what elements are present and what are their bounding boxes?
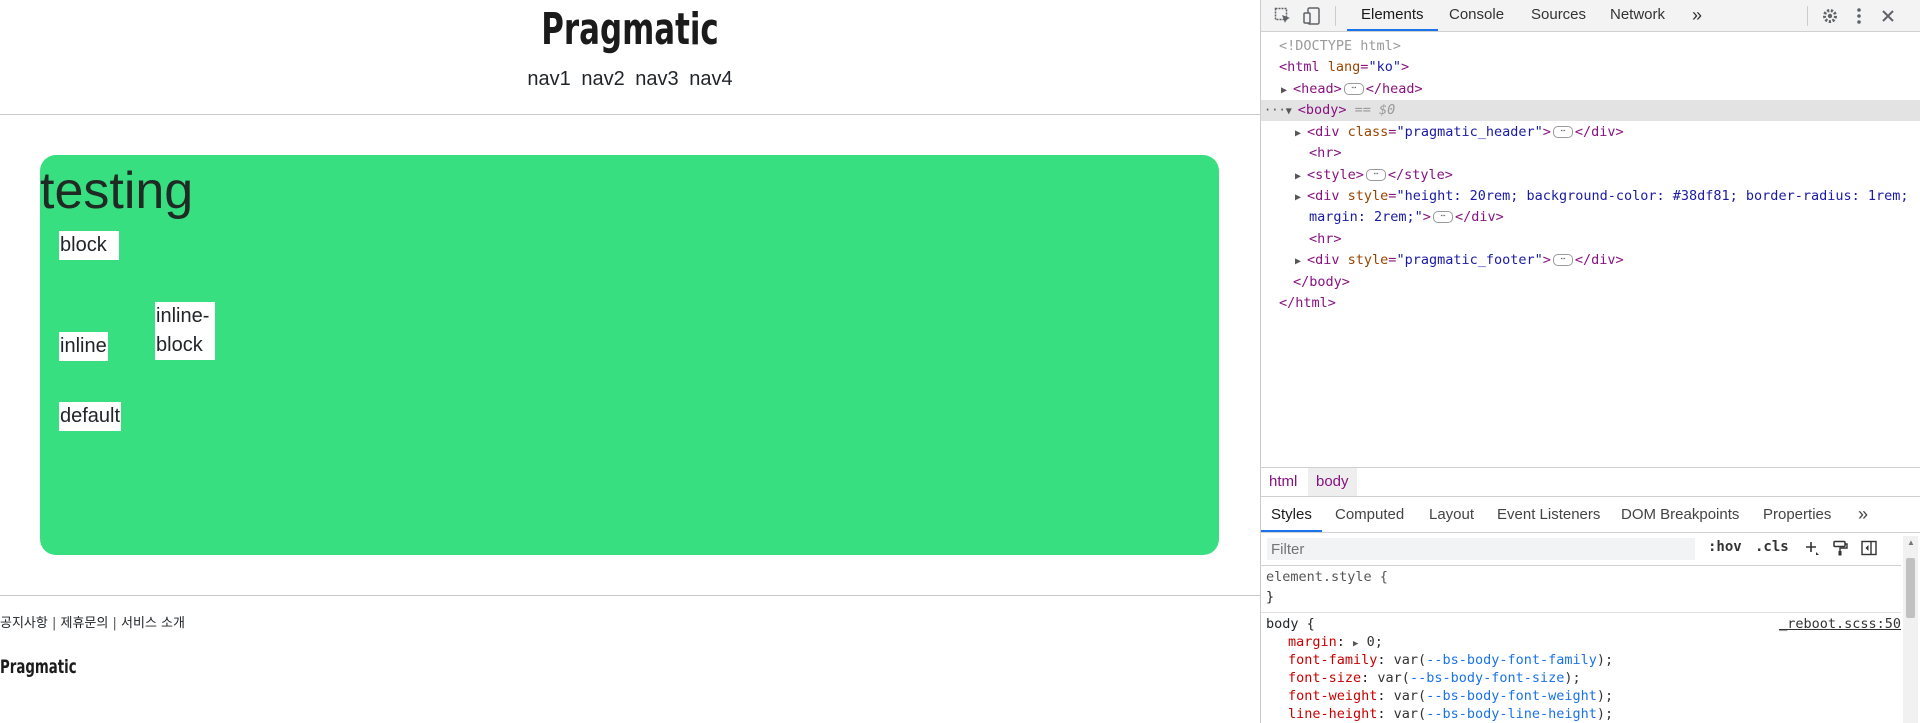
footer-link-about[interactable]: 서비스 소개 bbox=[121, 616, 185, 631]
inline-block-box: inline- block bbox=[155, 302, 215, 360]
nav-link-1[interactable]: nav1 bbox=[527, 68, 570, 90]
scroll-up-icon[interactable]: ▲ bbox=[1907, 538, 1915, 547]
nav-link-4[interactable]: nav4 bbox=[689, 68, 732, 90]
cls-toggle[interactable]: .cls bbox=[1755, 539, 1789, 555]
style-property-font-size[interactable]: font-size: var(--bs-body-font-size); bbox=[1288, 669, 1581, 687]
main-nav: nav1 nav2 nav3 nav4 bbox=[0, 68, 1260, 91]
block-box: block bbox=[59, 231, 119, 260]
toolbar-divider bbox=[1807, 6, 1808, 26]
inline-block-line-1: inline- bbox=[156, 305, 210, 327]
device-toolbar-icon[interactable] bbox=[1301, 5, 1323, 27]
nav-link-3[interactable]: nav3 bbox=[635, 68, 678, 90]
collapse-icon: ▼ bbox=[1285, 106, 1292, 117]
more-subtabs-icon[interactable]: » bbox=[1858, 497, 1868, 532]
collapsed-ellipsis: ⋯ bbox=[1552, 254, 1573, 266]
footer-link-notice[interactable]: 공지사항 bbox=[0, 616, 48, 631]
expand-icon: ▶ bbox=[1295, 128, 1302, 139]
collapsed-ellipsis: ⋯ bbox=[1343, 83, 1364, 95]
close-icon[interactable] bbox=[1877, 5, 1899, 27]
dom-node-html[interactable]: <html lang="ko"> bbox=[1279, 57, 1409, 78]
element-style-rule[interactable]: element.style { bbox=[1266, 568, 1388, 586]
dom-node-style[interactable]: ▶ <style> ⋯ </style> bbox=[1295, 165, 1453, 186]
footer-link-partnership[interactable]: 제휴문의 bbox=[61, 616, 109, 631]
dom-node-body[interactable]: ···▼ <body> == $0 bbox=[1261, 100, 1920, 121]
breadcrumb: html body bbox=[1261, 467, 1920, 497]
styles-subtabs: Styles Computed Layout Event Listeners D… bbox=[1261, 497, 1920, 533]
dom-node-header-div[interactable]: ▶ <div class="pragmatic_header"> ⋯ </div> bbox=[1295, 122, 1624, 143]
nav-link-2[interactable]: nav2 bbox=[581, 68, 624, 90]
rule-divider bbox=[1261, 612, 1901, 613]
add-rule-icon[interactable] bbox=[1801, 537, 1823, 559]
expand-icon: ▶ bbox=[1295, 171, 1302, 182]
expand-icon: ▶ bbox=[1353, 639, 1359, 649]
styles-pane: element.style { } body { _reboot.scss:50… bbox=[1261, 566, 1901, 723]
inspect-element-icon[interactable] bbox=[1272, 5, 1294, 27]
tab-console[interactable]: Console bbox=[1449, 0, 1504, 31]
style-property-margin[interactable]: margin: ▶ 0; bbox=[1288, 633, 1383, 651]
footer-divider bbox=[0, 595, 1260, 596]
dom-node-doctype[interactable]: <!DOCTYPE html> bbox=[1279, 36, 1401, 57]
site-logo[interactable]: Pragmatic bbox=[139, 4, 1122, 55]
dom-node-html-close[interactable]: </html> bbox=[1279, 293, 1336, 314]
collapsed-ellipsis: ⋯ bbox=[1432, 211, 1453, 223]
page-viewport: Pragmatic nav1 nav2 nav3 nav4 testing bl… bbox=[0, 0, 1260, 723]
devtools-panel: Elements Console Sources Network » <!DOC… bbox=[1260, 0, 1920, 723]
expand-icon: ▶ bbox=[1295, 256, 1302, 267]
scroll-thumb[interactable] bbox=[1906, 558, 1915, 618]
hov-toggle[interactable]: :hov bbox=[1708, 539, 1742, 555]
toolbar-divider bbox=[1335, 6, 1336, 26]
dom-node-head[interactable]: ▶ <head> ⋯ </head> bbox=[1281, 79, 1423, 100]
dom-tree: <!DOCTYPE html> <html lang="ko"> ▶ <head>… bbox=[1261, 32, 1920, 467]
dom-node-card-div[interactable]: ▶ <div style="height: 20rem; background-c… bbox=[1295, 186, 1908, 207]
styles-scrollbar[interactable]: ▲ bbox=[1903, 536, 1918, 723]
subtab-layout[interactable]: Layout bbox=[1429, 497, 1474, 532]
footer-separator: | bbox=[51, 616, 57, 631]
collapsed-ellipsis: ⋯ bbox=[1365, 169, 1386, 181]
paint-brush-icon[interactable] bbox=[1829, 537, 1851, 559]
expand-icon: ▶ bbox=[1295, 192, 1302, 203]
subtab-dom-breakpoints[interactable]: DOM Breakpoints bbox=[1621, 497, 1739, 532]
subtab-styles[interactable]: Styles bbox=[1261, 497, 1322, 532]
dom-node-hr-2[interactable]: <hr> bbox=[1309, 229, 1342, 250]
page-header: Pragmatic nav1 nav2 nav3 nav4 bbox=[0, 0, 1260, 114]
tab-elements[interactable]: Elements bbox=[1347, 0, 1438, 31]
styles-filter-input[interactable] bbox=[1267, 538, 1695, 560]
more-options-icon[interactable] bbox=[1848, 5, 1870, 27]
footer-separator: | bbox=[112, 616, 117, 631]
breadcrumb-body[interactable]: body bbox=[1308, 468, 1357, 496]
dom-node-card-div-cont[interactable]: margin: 2rem;"> ⋯ </div> bbox=[1309, 207, 1504, 228]
more-tabs-icon[interactable]: » bbox=[1692, 0, 1702, 31]
breadcrumb-html[interactable]: html bbox=[1261, 468, 1305, 496]
toggle-sidebar-icon[interactable] bbox=[1858, 537, 1880, 559]
style-source-link[interactable]: _reboot.scss:50 bbox=[1779, 615, 1901, 633]
inline-box: inline bbox=[59, 332, 108, 361]
dom-node-body-close[interactable]: </body> bbox=[1293, 272, 1350, 293]
style-property-font-family[interactable]: font-family: var(--bs-body-font-family); bbox=[1288, 651, 1613, 669]
expand-icon: ▶ bbox=[1281, 85, 1288, 96]
tab-sources[interactable]: Sources bbox=[1531, 0, 1586, 31]
devtools-toolbar: Elements Console Sources Network » bbox=[1261, 0, 1920, 32]
styles-filter-bar: :hov .cls bbox=[1261, 533, 1901, 566]
subtab-properties[interactable]: Properties bbox=[1763, 497, 1831, 532]
inline-block-line-2: block bbox=[156, 334, 203, 356]
tab-network[interactable]: Network bbox=[1610, 0, 1665, 31]
style-property-line-height[interactable]: line-height: var(--bs-body-line-height); bbox=[1288, 705, 1613, 723]
footer-links: 공지사항 | 제휴문의 | 서비스 소개 bbox=[0, 612, 185, 631]
dom-node-footer-div[interactable]: ▶ <div style="pragmatic_footer"> ⋯ </div> bbox=[1295, 250, 1624, 271]
footer-logo[interactable]: Pragmatic bbox=[0, 656, 77, 678]
testing-card: testing block inline inline- block defau… bbox=[40, 155, 1219, 555]
style-property-font-weight[interactable]: font-weight: var(--bs-body-font-weight); bbox=[1288, 687, 1613, 705]
dom-node-hr[interactable]: <hr> bbox=[1309, 143, 1342, 164]
header-divider bbox=[0, 114, 1260, 115]
subtab-computed[interactable]: Computed bbox=[1335, 497, 1404, 532]
rule-close-brace: } bbox=[1266, 589, 1275, 605]
subtab-event-listeners[interactable]: Event Listeners bbox=[1497, 497, 1600, 532]
settings-icon[interactable] bbox=[1819, 5, 1841, 27]
collapsed-ellipsis: ⋯ bbox=[1552, 126, 1573, 138]
default-box: default bbox=[59, 402, 122, 431]
body-rule-selector[interactable]: body { bbox=[1266, 615, 1315, 633]
card-title: testing bbox=[40, 162, 194, 220]
